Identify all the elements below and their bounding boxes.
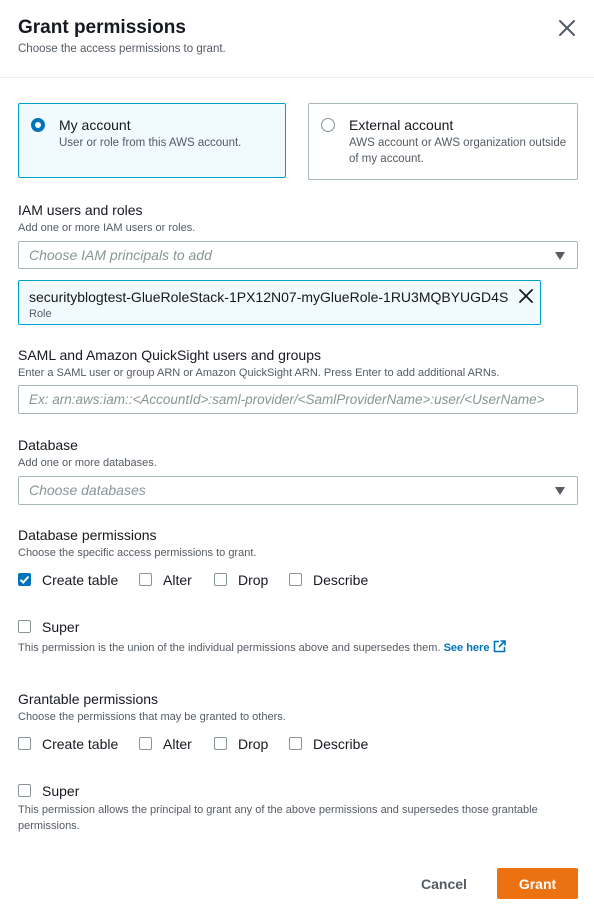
db-super-note: This permission is the union of the indi… (18, 640, 507, 659)
db-drop-checkbox[interactable] (214, 573, 227, 586)
modal-subtitle: Choose the access permissions to grant. (18, 43, 226, 55)
my-account-description: User or role from this AWS account. (59, 137, 242, 149)
grant-button[interactable]: Grant (497, 868, 578, 899)
remove-token-icon[interactable] (518, 288, 534, 304)
saml-arn-input[interactable] (18, 385, 578, 414)
my-account-option[interactable]: My account User or role from this AWS ac… (18, 103, 286, 178)
database-placeholder: Choose databases (29, 482, 146, 498)
external-account-title: External account (349, 117, 454, 133)
check-icon (19, 575, 30, 584)
external-account-description: AWS account or AWS organization outside … (349, 137, 567, 165)
cancel-button[interactable]: Cancel (408, 869, 480, 899)
db-drop-label: Drop (238, 572, 269, 588)
my-account-title: My account (59, 117, 131, 133)
iam-principals-select[interactable]: Choose IAM principals to add (18, 241, 578, 269)
selected-principal-token: securityblogtest-GlueRoleStack-1PX12N07-… (18, 280, 541, 325)
iam-label: IAM users and roles (18, 202, 143, 218)
db-alter-label: Alter (163, 572, 192, 588)
grant-create-table-label: Create table (42, 736, 119, 752)
token-name: securityblogtest-GlueRoleStack-1PX12N07-… (29, 289, 509, 305)
db-create-table-checkbox[interactable] (18, 573, 31, 586)
grantable-permissions-label: Grantable permissions (18, 691, 159, 707)
saml-label: SAML and Amazon QuickSight users and gro… (18, 347, 321, 363)
grant-drop-label: Drop (238, 736, 269, 752)
grant-super-checkbox[interactable] (18, 784, 31, 797)
see-here-link[interactable]: See here (444, 642, 490, 654)
db-describe-label: Describe (313, 572, 369, 588)
database-permissions-description: Choose the specific access permissions t… (18, 547, 257, 559)
external-account-option[interactable]: External account AWS account or AWS orga… (308, 103, 578, 180)
grant-alter-checkbox[interactable] (139, 737, 152, 750)
grant-super-label: Super (42, 783, 80, 799)
database-description: Add one or more databases. (18, 457, 157, 469)
iam-principals-placeholder: Choose IAM principals to add (29, 247, 212, 263)
grant-super-note: This permission allows the principal to … (18, 804, 538, 832)
database-label: Database (18, 437, 78, 453)
grant-drop-checkbox[interactable] (214, 737, 227, 750)
my-account-radio[interactable] (31, 118, 45, 132)
external-link-icon[interactable] (493, 640, 507, 659)
db-create-table-label: Create table (42, 572, 119, 588)
modal-title: Grant permissions (18, 17, 186, 38)
grantable-permissions-description: Choose the permissions that may be grant… (18, 711, 286, 723)
db-super-note-text: This permission is the union of the indi… (18, 642, 441, 654)
token-type: Role (29, 308, 52, 320)
db-super-label: Super (42, 619, 80, 635)
database-permissions-label: Database permissions (18, 527, 157, 543)
external-account-radio[interactable] (321, 118, 335, 132)
caret-down-icon (555, 487, 565, 495)
iam-description: Add one or more IAM users or roles. (18, 222, 196, 234)
grant-describe-checkbox[interactable] (289, 737, 302, 750)
grant-describe-label: Describe (313, 736, 369, 752)
grant-alter-label: Alter (163, 736, 192, 752)
caret-down-icon (555, 252, 565, 260)
db-describe-checkbox[interactable] (289, 573, 302, 586)
saml-description: Enter a SAML user or group ARN or Amazon… (18, 367, 500, 379)
db-super-checkbox[interactable] (18, 620, 31, 633)
database-select[interactable]: Choose databases (18, 476, 578, 505)
modal-header: Grant permissions Choose the access perm… (0, 0, 594, 78)
grant-create-table-checkbox[interactable] (18, 737, 31, 750)
db-alter-checkbox[interactable] (139, 573, 152, 586)
close-icon[interactable] (557, 18, 577, 38)
